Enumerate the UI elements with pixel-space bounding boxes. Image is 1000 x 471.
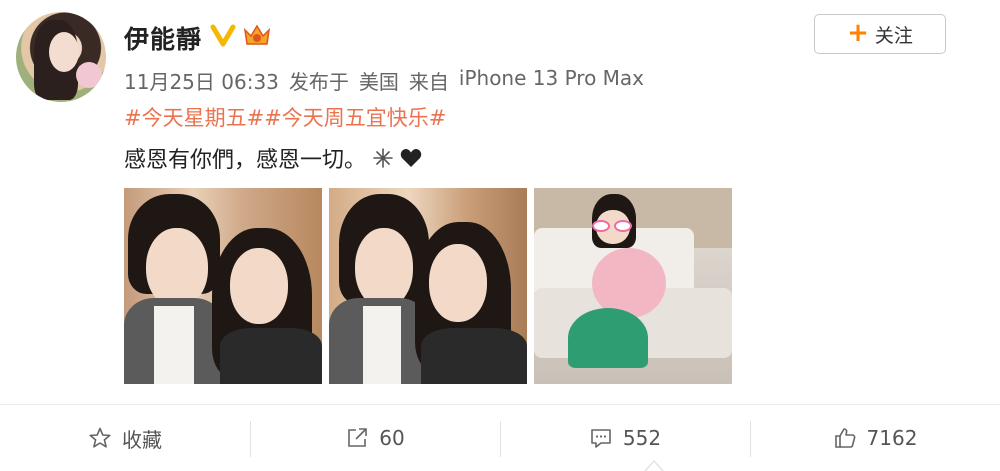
crown-badge-icon[interactable] <box>242 22 272 48</box>
comment-count: 552 <box>622 426 662 450</box>
comment-icon <box>591 429 611 448</box>
follow-label: 关注 <box>874 24 913 47</box>
heart-icon <box>400 149 422 167</box>
post-body: 感恩有你們，感恩一切。 <box>124 148 367 173</box>
weibo-post: 伊能靜 + 关注 11月25日 06:33 发布于 美国 来自 iPhone 1… <box>0 0 1000 471</box>
thumbs-up-icon <box>834 428 855 448</box>
avatar[interactable] <box>16 12 106 102</box>
source-label: 来自 <box>408 70 449 94</box>
topic-tags[interactable]: #今天星期五##今天周五宜快乐# <box>124 102 446 132</box>
repost-icon <box>348 428 368 447</box>
like-button[interactable]: 7162 <box>750 405 1000 471</box>
post-device: iPhone 13 Pro Max <box>458 66 645 90</box>
post-location: 美国 <box>358 70 399 94</box>
comment-caret <box>644 460 664 471</box>
favorite-label: 收藏 <box>122 427 162 452</box>
post-date[interactable]: 11月25日 06:33 <box>124 66 279 95</box>
favorite-button[interactable]: 收藏 <box>0 405 250 471</box>
action-bar: 收藏 60 552 7162 <box>0 405 1000 471</box>
sparkle-icon <box>373 148 393 168</box>
post-photo-1[interactable] <box>124 188 322 384</box>
verified-icon <box>210 24 236 47</box>
post-photo-2[interactable] <box>329 188 527 384</box>
plus-icon: + <box>847 17 869 48</box>
topic-link[interactable]: #今天星期五##今天周五宜快乐# <box>124 106 446 130</box>
post-text: 感恩有你們，感恩一切。 <box>124 142 422 174</box>
username[interactable]: 伊能靜 <box>124 20 202 56</box>
posted-label: 发布于 <box>288 70 349 94</box>
post-photo-3[interactable] <box>534 188 732 384</box>
post-meta: 11月25日 06:33 发布于 美国 来自 iPhone 13 Pro Max <box>124 66 644 95</box>
comment-button[interactable]: 552 <box>500 405 750 471</box>
follow-button[interactable]: + 关注 <box>814 14 946 54</box>
repost-button[interactable]: 60 <box>250 405 500 471</box>
star-icon <box>89 427 111 448</box>
repost-count: 60 <box>379 426 405 450</box>
like-count: 7162 <box>866 426 918 450</box>
